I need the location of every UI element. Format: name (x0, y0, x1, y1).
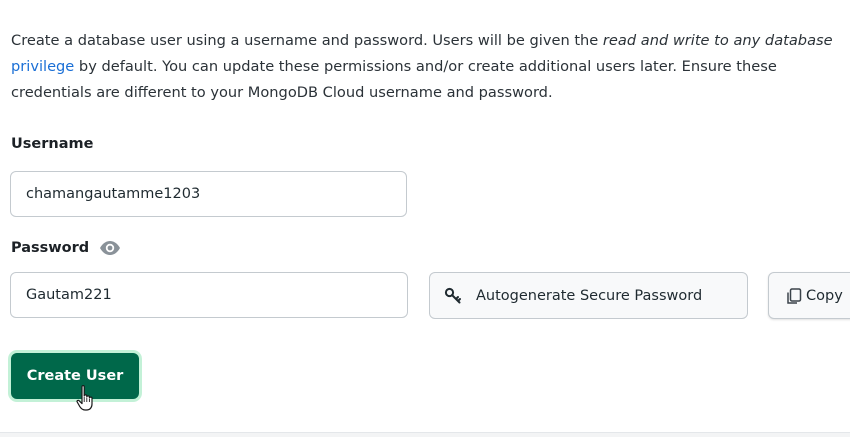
copy-label: Copy (806, 287, 843, 304)
eye-icon[interactable] (99, 240, 121, 256)
intro-line-3: credentials are different to your MongoD… (11, 84, 553, 101)
autogenerate-label: Autogenerate Secure Password (476, 287, 703, 304)
username-label: Username (11, 136, 94, 152)
autogenerate-password-button[interactable]: Autogenerate Secure Password (429, 272, 748, 319)
key-icon (444, 287, 462, 305)
password-label-row: Password (11, 240, 121, 256)
create-user-card: Create a database user using a username … (0, 0, 850, 433)
copy-icon (785, 287, 803, 305)
copy-password-button[interactable]: Copy (768, 272, 850, 319)
intro-emphasis: read and write to any database (602, 32, 833, 49)
intro-line-1: Create a database user using a username … (11, 32, 833, 49)
hand-cursor-icon (76, 385, 93, 411)
intro-line-2: privilege by default. You can update the… (11, 58, 777, 75)
username-input[interactable] (10, 171, 407, 217)
password-label: Password (11, 240, 90, 256)
password-input[interactable] (10, 272, 408, 318)
privilege-link[interactable]: privilege (11, 58, 74, 75)
intro-text: Create a database user using a username … (11, 28, 850, 106)
